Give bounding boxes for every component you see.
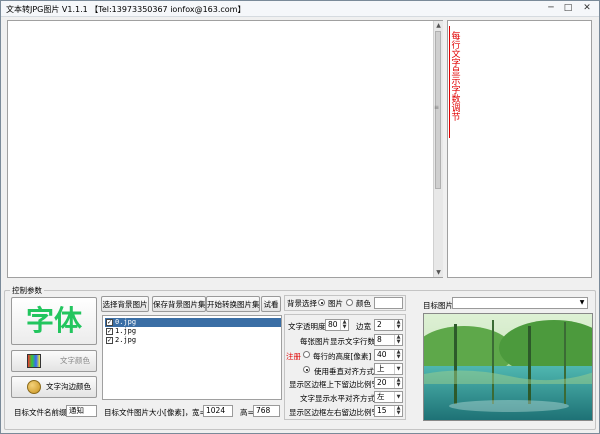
width-input[interactable]: 1024 (203, 405, 233, 417)
target-image-select[interactable]: ▼ (452, 297, 588, 309)
vertical-align-radio[interactable] (303, 366, 310, 373)
bg-color-radio[interactable] (346, 299, 353, 306)
row-height-label: 每行的高度[像素] (313, 352, 372, 361)
lines-per-image-label: 每张图片显示文字行数 (300, 337, 375, 346)
register-link[interactable]: 注册 (286, 351, 301, 362)
list-item[interactable]: 1.jpg (115, 327, 136, 335)
list-item[interactable]: 2.jpg (115, 336, 136, 344)
side-hint-panel: 每行文字显示字数调节 (447, 20, 592, 278)
row-height-radio[interactable] (303, 351, 310, 358)
preview-image (423, 313, 593, 421)
minimize-button[interactable]: ─ (544, 2, 558, 15)
stepper-arrows-icon[interactable]: ▲ ▼ (394, 378, 402, 388)
file-list[interactable]: ✓ 0.jpg ✓ 1.jpg ✓ 2.jpg (102, 315, 282, 400)
row-height-stepper[interactable]: 40 ▲ ▼ (374, 349, 403, 361)
bg-image-radio[interactable] (318, 299, 325, 306)
horizontal-align-value: 左 (377, 392, 385, 401)
lines-per-image-value: 8 (377, 335, 382, 344)
transparency-stepper[interactable]: 80 ▲ ▼ (325, 319, 349, 331)
background-choice-label: 背景选择 (287, 299, 317, 308)
splitter-grip-icon[interactable]: ≡ (434, 104, 440, 111)
horizontal-align-select[interactable]: 左 ▼ (374, 391, 403, 403)
file-checkbox-1[interactable]: ✓ (106, 328, 113, 335)
start-convert-button[interactable]: 开始转换图片集 (206, 296, 260, 312)
stepper-arrows-icon[interactable]: ▲ ▼ (340, 320, 348, 330)
height-label: 高= (240, 408, 254, 417)
text-editor[interactable]: ▲ ▼ (7, 20, 443, 278)
title-bar: 文本转JPG图片 V1.1.1 【Tel:13973350367 ionfox@… (1, 1, 599, 17)
stepper-arrows-icon[interactable]: ▲ ▼ (394, 406, 402, 416)
text-outline-color-button[interactable]: 文字沟边颜色 (11, 376, 97, 398)
vertical-align-label: 使用垂直对齐方式 (314, 367, 374, 376)
font-button[interactable]: 字体 (11, 297, 97, 345)
select-background-button[interactable]: 选择背景图片 (101, 296, 149, 312)
side-hint-text: 每行文字显示字数调节 (451, 32, 461, 123)
stepper-arrows-icon[interactable]: ▲ ▼ (394, 350, 402, 360)
dropdown-arrow-icon[interactable]: ▼ (577, 298, 587, 308)
top-bottom-ratio-label: 显示区边框上下留边比例% (289, 380, 379, 389)
left-right-ratio-stepper[interactable]: 15 ▲ ▼ (374, 405, 403, 417)
margin-stepper[interactable]: 2 ▲ ▼ (374, 319, 403, 331)
landscape-preview-graphic (424, 314, 592, 420)
bg-color-label: 颜色 (356, 299, 371, 308)
control-section-label: 控制参数 (10, 285, 44, 296)
list-item[interactable]: 0.jpg (115, 318, 136, 326)
scroll-up-icon[interactable]: ▲ (434, 21, 443, 30)
target-image-label: 目标图片 (423, 301, 453, 310)
stepper-arrows-icon[interactable]: ▲ ▼ (394, 320, 402, 330)
transparency-label: 文字透明度 (288, 322, 326, 331)
transparency-value: 80 (328, 320, 338, 329)
hint-range-line (449, 26, 450, 138)
prefix-label: 目标文件名前缀 (14, 408, 67, 417)
text-outline-color-label: 文字沟边颜色 (46, 382, 91, 391)
editor-scrollbar[interactable]: ▲ ▼ (433, 21, 443, 277)
vertical-align-value: 上 (377, 364, 385, 373)
bg-color-swatch[interactable] (374, 297, 403, 309)
top-bottom-ratio-stepper[interactable]: 20 ▲ ▼ (374, 377, 403, 389)
palette-icon (27, 380, 41, 394)
margin-label: 边宽 (356, 322, 371, 331)
scroll-down-icon[interactable]: ▼ (434, 268, 443, 277)
top-bottom-ratio-value: 20 (377, 378, 387, 387)
text-color-label: 文字颜色 (60, 356, 90, 365)
margin-value: 2 (377, 320, 382, 329)
row-height-value: 40 (377, 350, 387, 359)
color-palette-icon (27, 354, 41, 368)
close-button[interactable]: ✕ (579, 2, 595, 15)
horizontal-align-label: 文字显示水平对齐方式 (300, 394, 375, 403)
left-right-ratio-label: 显示区边框左右留边比例% (289, 408, 379, 417)
stepper-arrows-icon[interactable]: ▲ ▼ (394, 335, 402, 345)
dropdown-arrow-icon[interactable]: ▼ (394, 364, 402, 374)
left-right-ratio-value: 15 (377, 406, 387, 415)
file-checkbox-0[interactable]: ✓ (106, 319, 113, 326)
lines-per-image-stepper[interactable]: 8 ▲ ▼ (374, 334, 403, 346)
target-size-label: 目标文件图片大小[像素]， (104, 408, 193, 417)
save-background-button[interactable]: 保存背景图片集 (152, 296, 206, 312)
height-input[interactable]: 768 (253, 405, 280, 417)
dropdown-arrow-icon[interactable]: ▼ (394, 392, 402, 402)
bg-image-label: 图片 (328, 299, 343, 308)
vertical-align-select[interactable]: 上 ▼ (374, 363, 403, 375)
file-checkbox-2[interactable]: ✓ (106, 337, 113, 344)
text-color-button[interactable]: 文字颜色 (11, 350, 97, 372)
preview-button[interactable]: 试看 (261, 296, 281, 312)
prefix-input[interactable]: 通知 (66, 405, 97, 417)
window-title: 文本转JPG图片 V1.1.1 【Tel:13973350367 ionfox@… (6, 5, 246, 14)
maximize-button[interactable]: □ (561, 2, 575, 15)
